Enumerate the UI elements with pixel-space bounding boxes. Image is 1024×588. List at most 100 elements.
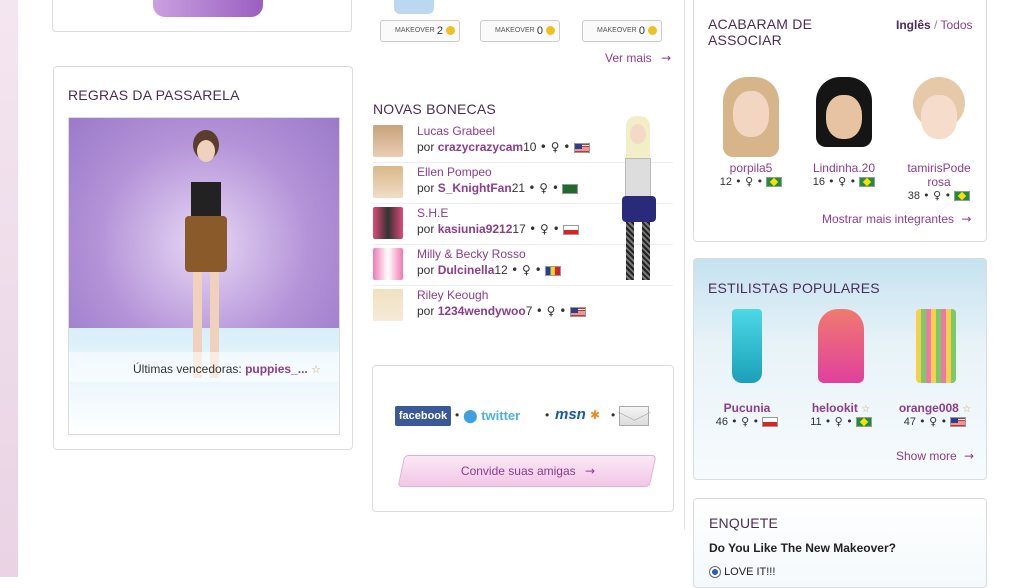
- member-meta: 12 • ♀ •: [706, 175, 796, 188]
- doll-byline: por S_KnightFan21 • ♀ •: [417, 181, 579, 195]
- doll-user-link[interactable]: S_KnightFan: [438, 181, 512, 195]
- members-title: ACABARAM DE ASSOCIAR: [708, 16, 813, 48]
- poll-option-1[interactable]: LOVE IT!!!: [709, 566, 775, 579]
- flag-icon: [954, 191, 971, 202]
- arrow-right-icon: →: [961, 212, 972, 226]
- member-name-link[interactable]: tamirisPoderosa: [906, 161, 972, 189]
- coin-icon: [648, 26, 657, 35]
- stylist-name-link[interactable]: orange008 ☆: [890, 401, 980, 415]
- invite-button[interactable]: Convide suas amigas →: [397, 455, 657, 487]
- flag-icon: [762, 417, 779, 428]
- poll-title: ENQUETE: [709, 515, 779, 531]
- filter-all-link[interactable]: Todos: [941, 18, 973, 32]
- filter-separator: /: [934, 18, 938, 32]
- avatar: [719, 77, 783, 161]
- flag-icon: [950, 417, 967, 428]
- star-icon: ☆: [861, 404, 871, 415]
- flag-icon: [766, 177, 783, 188]
- runway-stage[interactable]: Últimas vencedoras: puppies_... ☆: [68, 117, 340, 435]
- member-meta: 38 • ♀ •: [894, 189, 984, 202]
- female-icon: • ♀ •: [919, 415, 948, 428]
- makeover-counter-2[interactable]: MAKEOVER 0: [480, 20, 560, 42]
- show-more-members-link[interactable]: Mostrar mais integrantes →: [822, 212, 971, 226]
- member-name-link[interactable]: porpila5: [706, 161, 796, 175]
- radio-icon[interactable]: [709, 566, 721, 579]
- female-icon: • ♀ •: [539, 140, 571, 154]
- filter-english-link[interactable]: Inglês: [896, 18, 931, 32]
- bird-icon: ⬤: [463, 409, 478, 424]
- makeover-bag-icon: [394, 0, 434, 14]
- doll-byline: por Dulcinella12 • ♀ •: [417, 263, 561, 277]
- female-icon: • ♀ •: [735, 175, 764, 188]
- stylist-outfit: [732, 309, 762, 383]
- makeover-count: 0: [638, 25, 645, 37]
- stylist-card[interactable]: orange008 ☆ 47 • ♀ •: [890, 309, 980, 428]
- makeover-counter-1[interactable]: MAKEOVER 2: [380, 20, 460, 42]
- doll-byline: por kasiunia921217 • ♀ •: [417, 222, 580, 236]
- doll-thumb: [373, 166, 403, 198]
- dot-sep: •: [455, 408, 460, 422]
- top-dress-thumb: [153, 0, 263, 17]
- member-card[interactable]: porpila5 12 • ♀ •: [706, 77, 796, 188]
- doll-thumb: [373, 125, 403, 157]
- female-icon: • ♀ •: [535, 304, 567, 318]
- star-icon: ☆: [962, 404, 972, 415]
- doll-user-link[interactable]: crazycrazycam: [438, 140, 523, 154]
- female-icon: • ♀ •: [824, 415, 853, 428]
- female-icon: • ♀ •: [529, 222, 560, 236]
- avatar: [907, 77, 971, 161]
- msn-button[interactable]: msn ✱: [555, 404, 607, 426]
- star-icon: ☆: [311, 363, 321, 376]
- doll-user-link[interactable]: Dulcinella: [438, 263, 495, 277]
- member-name-link[interactable]: Lindinha.20: [799, 161, 889, 175]
- makeover-counter-3[interactable]: MAKEOVER 0: [582, 20, 662, 42]
- show-more-members-label: Mostrar mais integrantes: [822, 212, 955, 226]
- member-card[interactable]: tamirisPoderosa 38 • ♀ •: [894, 77, 984, 202]
- doll-byline: por 1234wendywoo7 • ♀ •: [417, 304, 586, 318]
- list-item[interactable]: Riley Keough por 1234wendywoo7 • ♀ •: [373, 286, 673, 326]
- stylist-name-link[interactable]: helookit ☆: [796, 401, 886, 415]
- left-decor-strip: [0, 0, 18, 577]
- female-icon: • ♀ •: [828, 175, 857, 188]
- arrow-right-icon: →: [585, 464, 596, 478]
- flag-icon: [569, 306, 586, 317]
- coin-icon: [446, 26, 455, 35]
- dot-sep: •: [545, 408, 550, 422]
- winner-name-link[interactable]: puppies_...: [245, 362, 308, 376]
- flag-icon: [545, 265, 561, 276]
- doll-name: Riley Keough: [417, 288, 489, 302]
- butterfly-icon: ✱: [590, 408, 601, 422]
- share-panel: facebook ⬤ twitter msn ✱ • • • Convide s…: [372, 365, 674, 512]
- show-more-stylists-link[interactable]: Show more →: [896, 449, 974, 463]
- winners-line: Últimas vencedoras: puppies_... ☆: [133, 362, 321, 376]
- new-dolls-title: NOVAS BONECAS: [373, 101, 496, 117]
- see-more-label: Ver mais: [605, 51, 652, 65]
- stylists-title: ESTILISTAS POPULARES: [708, 280, 880, 296]
- stylists-panel: ESTILISTAS POPULARES Pucunia 46 • ♀ • he…: [693, 258, 987, 480]
- see-more-link[interactable]: Ver mais →: [605, 51, 671, 65]
- stylist-card[interactable]: Pucunia 46 • ♀ •: [702, 309, 792, 428]
- doll-user-link[interactable]: 1234wendywoo: [438, 304, 526, 318]
- doll-name: Lucas Grabeel: [417, 124, 496, 138]
- stylist-card[interactable]: helookit ☆ 11 • ♀ •: [796, 309, 886, 428]
- makeover-label: MAKEOVER: [597, 27, 637, 34]
- doll-name: Ellen Pompeo: [417, 165, 492, 179]
- flag-icon: [573, 142, 590, 153]
- doll-user-link[interactable]: kasiunia9212: [438, 222, 513, 236]
- stylist-name-link[interactable]: Pucunia: [702, 401, 792, 415]
- member-card[interactable]: Lindinha.20 16 • ♀ •: [799, 77, 889, 188]
- doll-thumb: [373, 289, 403, 321]
- makeover-count: 0: [536, 25, 543, 37]
- makeover-label: MAKEOVER: [395, 27, 435, 34]
- twitter-button[interactable]: ⬤ twitter: [463, 406, 541, 426]
- arrow-right-icon: →: [661, 51, 672, 65]
- runway-panel: REGRAS DA PASSARELA Últimas vencedoras: …: [53, 66, 353, 450]
- facebook-button[interactable]: facebook: [395, 406, 451, 426]
- email-icon[interactable]: [618, 404, 651, 426]
- flag-icon: [563, 224, 580, 235]
- members-panel: ACABARAM DE ASSOCIAR Inglês / Todos porp…: [693, 0, 987, 242]
- poll-question: Do You Like The New Makeover?: [709, 541, 896, 555]
- featured-doll: [612, 116, 662, 291]
- top-left-box: [52, 0, 352, 32]
- stylist-meta: 46 • ♀ •: [702, 415, 792, 428]
